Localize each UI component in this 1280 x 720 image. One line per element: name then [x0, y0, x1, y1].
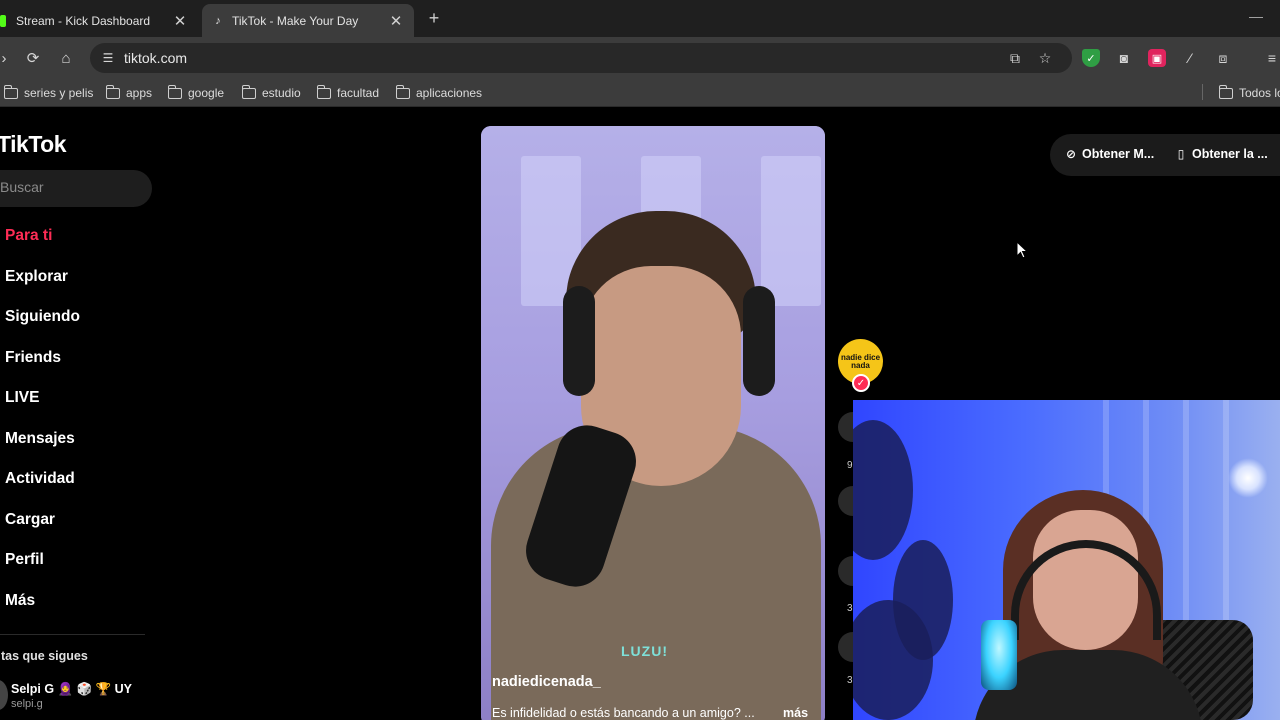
- headphones-icon: [743, 286, 775, 396]
- forward-icon[interactable]: ›: [0, 48, 14, 68]
- following-account-name[interactable]: Selpi G 🧕 🎲 🏆 UY: [11, 682, 132, 697]
- reload-icon[interactable]: ⟳: [23, 48, 43, 68]
- phone-icon: ▯: [1177, 147, 1185, 161]
- bookmarks-divider: [1202, 84, 1203, 100]
- extensions-puzzle-icon[interactable]: ⧈: [1214, 49, 1232, 67]
- coin-icon: ⊘: [1065, 147, 1077, 161]
- nav-divider: [0, 634, 145, 635]
- folder-icon: [105, 84, 120, 99]
- close-tab-icon[interactable]: ✕: [172, 13, 188, 30]
- bookmarks-bar: series y pelis apps google estudio facul…: [0, 79, 1280, 107]
- bookmark-folder[interactable]: aplicaciones: [395, 84, 482, 102]
- tab-title: Stream - Kick Dashboard: [16, 13, 151, 28]
- like-count: 9: [847, 460, 853, 471]
- folder-icon: [1218, 84, 1233, 99]
- home-icon[interactable]: ⌂: [56, 48, 76, 68]
- nav-live[interactable]: LIVE: [5, 389, 39, 407]
- video-author[interactable]: nadiedicenada_: [492, 674, 601, 690]
- tab-kick-dashboard[interactable]: Stream - Kick Dashboard ✕: [0, 4, 198, 37]
- get-app-bar: ⊘ Obtener M... ▯ Obtener la ...: [1050, 134, 1280, 176]
- eyedropper-extension-icon[interactable]: ⁄: [1181, 49, 1199, 67]
- tiktok-logo[interactable]: TikTok: [0, 131, 67, 158]
- tiktok-favicon-icon: ♪: [215, 14, 221, 27]
- url-text[interactable]: tiktok.com: [124, 50, 187, 66]
- mouse-cursor-icon: [1016, 241, 1028, 259]
- webcam-overlay: [853, 400, 1280, 720]
- nav-cargar[interactable]: Cargar: [5, 511, 55, 529]
- nav-siguiendo[interactable]: Siguiendo: [5, 308, 80, 326]
- bookmark-folder[interactable]: series y pelis: [3, 84, 93, 102]
- folder-icon: [3, 84, 18, 99]
- tab-title: TikTok - Make Your Day: [232, 13, 359, 28]
- video-player[interactable]: LUZU! nadiedicenada_ Es infidelidad o es…: [481, 126, 825, 720]
- nav-actividad[interactable]: Actividad: [5, 470, 75, 488]
- video-wall-panel: [761, 156, 821, 306]
- browser-toolbar: › ⟳ ⌂ ☰ tiktok.com ⧉ ☆ ✓ ◙ ▣ ⁄ ⧈ ≡: [0, 37, 1280, 79]
- share-count: 3: [847, 675, 853, 686]
- avatar[interactable]: [0, 680, 8, 710]
- camera-extension-icon[interactable]: ◙: [1115, 49, 1133, 67]
- save-count: 3: [847, 603, 853, 614]
- video-watermark: LUZU!: [621, 643, 668, 659]
- nav-mas[interactable]: Más: [5, 592, 35, 610]
- all-bookmarks-folder[interactable]: Todos lo: [1218, 84, 1280, 102]
- close-tab-icon[interactable]: ✕: [388, 13, 404, 30]
- nav-mensajes[interactable]: Mensajes: [5, 430, 75, 448]
- folder-icon: [395, 84, 410, 99]
- site-info-icon[interactable]: ☰: [100, 50, 116, 66]
- search-input[interactable]: [0, 179, 140, 195]
- kick-favicon-icon: [0, 14, 6, 27]
- headphones-icon: [563, 286, 595, 396]
- install-app-icon[interactable]: ⧉: [1006, 49, 1024, 67]
- reading-list-icon[interactable]: ≡: [1263, 49, 1280, 67]
- search-box[interactable]: [0, 170, 152, 207]
- nav-perfil[interactable]: Perfil: [5, 551, 44, 569]
- browser-tabstrip: Stream - Kick Dashboard ✕ ♪ TikTok - Mak…: [0, 0, 1280, 37]
- follow-check-icon[interactable]: ✓: [852, 374, 870, 392]
- bookmark-folder[interactable]: facultad: [316, 84, 379, 102]
- address-bar[interactable]: ☰ tiktok.com ⧉ ☆: [90, 43, 1072, 73]
- ring-light-icon: [1228, 458, 1268, 498]
- video-caption: Es infidelidad o estás bancando a un ami…: [492, 706, 755, 720]
- get-mobile-app-button[interactable]: ▯ Obtener la ...: [1174, 147, 1268, 161]
- folder-icon: [316, 84, 331, 99]
- new-tab-button[interactable]: +: [424, 8, 444, 28]
- bookmark-folder[interactable]: apps: [105, 84, 152, 102]
- minimize-window-icon[interactable]: —: [1246, 8, 1266, 28]
- folder-icon: [167, 84, 182, 99]
- bookmark-folder[interactable]: google: [167, 84, 224, 102]
- nav-explorar[interactable]: Explorar: [5, 268, 68, 286]
- following-section-title: tas que sigues: [1, 649, 88, 663]
- nav-friends[interactable]: Friends: [5, 349, 61, 367]
- tab-tiktok[interactable]: ♪ TikTok - Make Your Day ✕: [202, 4, 414, 37]
- bookmark-folder[interactable]: estudio: [241, 84, 301, 102]
- shield-extension-icon[interactable]: ✓: [1082, 49, 1100, 67]
- glowing-microphone-icon: [981, 620, 1017, 690]
- get-app-button[interactable]: ⊘ Obtener M...: [1064, 147, 1154, 161]
- red-extension-icon[interactable]: ▣: [1148, 49, 1166, 67]
- following-account-handle[interactable]: selpi.g: [11, 698, 43, 710]
- nav-para-ti[interactable]: Para ti: [5, 227, 52, 245]
- folder-icon: [241, 84, 256, 99]
- bookmark-star-icon[interactable]: ☆: [1036, 49, 1054, 67]
- caption-more-link[interactable]: más: [783, 706, 808, 720]
